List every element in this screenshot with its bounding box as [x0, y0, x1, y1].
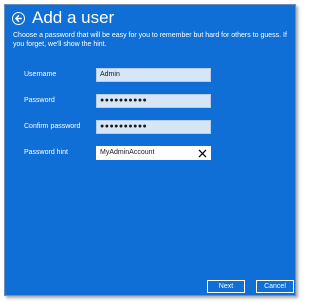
dialog-description: Choose a password that will be easy for … [13, 32, 287, 48]
password-field[interactable]: ●●●●●●●●●● [96, 94, 211, 108]
password-hint-field[interactable]: MyAdminAccount [96, 146, 211, 160]
password-label: Password [24, 97, 55, 104]
cancel-button[interactable]: Cancel [256, 280, 294, 293]
next-button[interactable]: Next [207, 280, 245, 293]
back-arrow-icon[interactable] [12, 12, 25, 25]
username-row: Username Admin [13, 68, 289, 82]
password-row: Password ●●●●●●●●●● [13, 94, 289, 108]
password-hint-label: Password hint [24, 149, 68, 156]
username-label: Username [24, 71, 57, 78]
confirm-password-label: Confirm password [24, 123, 81, 130]
dialog-title: Add a user [32, 8, 115, 27]
username-field[interactable]: Admin [96, 68, 211, 82]
clear-x-icon[interactable] [198, 149, 207, 158]
add-user-dialog: Add a user Choose a password that will b… [4, 4, 296, 296]
password-hint-value: MyAdminAccount [100, 149, 155, 156]
confirm-password-field[interactable]: ●●●●●●●●●● [96, 120, 211, 134]
password-hint-row: Password hint MyAdminAccount [13, 146, 289, 160]
confirm-password-row: Confirm password ●●●●●●●●●● [13, 120, 289, 134]
